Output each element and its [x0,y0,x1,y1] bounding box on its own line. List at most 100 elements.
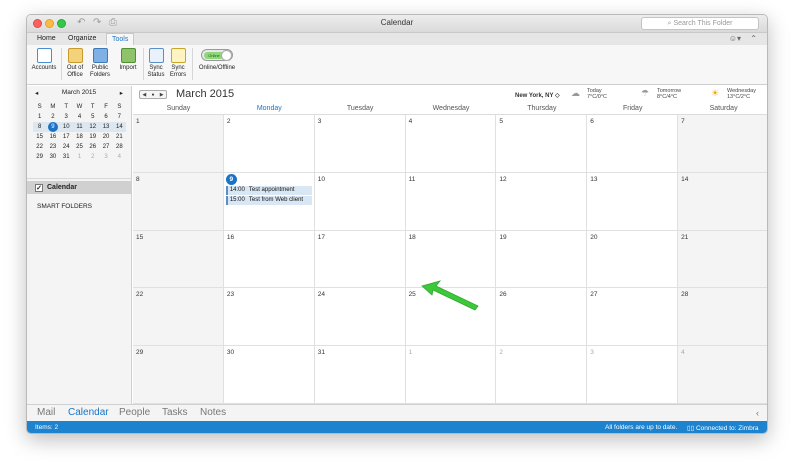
prev-month-icon[interactable]: ◀ [140,91,149,98]
day-cell[interactable]: 4 [678,346,767,404]
day-number: 2 [499,349,504,357]
collapse-ribbon-icon[interactable]: ⌃ [750,34,757,43]
mini-day-cell[interactable]: 22 [33,142,46,152]
mini-day-cell[interactable]: 13 [99,122,113,132]
mini-day-cell[interactable]: 27 [99,142,112,152]
chevron-left-icon[interactable]: ‹ [756,408,759,418]
day-cell[interactable]: 28 [678,288,767,347]
day-cell[interactable]: 3 [587,346,679,404]
day-cell[interactable]: 9 14:00 Test appointment 15:00 Test from Web… [223,172,315,231]
day-cell[interactable]: 15 [133,230,224,289]
day-cell[interactable]: 24 [314,288,406,347]
day-cell[interactable]: 17 [314,230,406,289]
day-cell[interactable]: 21 [678,230,767,289]
sync-status-button[interactable]: Sync Status [146,48,166,79]
nav-notes[interactable]: Notes [200,407,226,418]
mini-day-cell[interactable]: 3 [99,152,112,162]
day-cell[interactable]: 12 [496,172,588,231]
next-month-icon[interactable]: ▶ [157,91,166,98]
day-cell[interactable]: 6 [587,115,679,173]
tab-home[interactable]: Home [37,33,56,45]
mini-day-cell[interactable]: 2 [86,152,99,162]
day-cell[interactable]: 20 [587,230,679,289]
mini-next-month-icon[interactable]: ▸ [120,89,123,97]
day-cell[interactable]: 22 [133,288,224,347]
mini-day-cell[interactable]: 23 [46,142,59,152]
mini-day-cell[interactable]: 24 [60,142,73,152]
mini-day-cell[interactable]: 21 [113,132,126,142]
day-cell[interactable]: 23 [223,288,315,347]
accounts-button[interactable]: Accounts [31,48,57,72]
mini-day-cell[interactable]: 9 [46,122,60,132]
import-button[interactable]: Import [117,48,139,72]
day-cell[interactable]: 5 [496,115,588,173]
calendar-event[interactable]: 15:00 Test from Web client [225,195,312,205]
day-cell[interactable]: 11 [405,172,497,231]
calendar-event[interactable]: 14:00 Test appointment [225,185,312,195]
mini-day-cell[interactable]: 15 [33,132,46,142]
mini-day-cell[interactable]: 28 [113,142,126,152]
mini-day-cell[interactable]: 31 [60,152,73,162]
mini-day-cell[interactable]: 12 [86,122,100,132]
mini-day-cell[interactable]: 1 [33,112,46,122]
mini-calendar: S M T W T F S 1 2 3 4 5 6 7 8 9 10 11 12 13 14 15 16 17 18 19 20 21… [33,102,126,162]
today-dot-icon[interactable]: ● [149,91,158,98]
mini-day-cell[interactable]: 19 [86,132,99,142]
mini-day-cell[interactable]: 1 [73,152,86,162]
mini-day-cell[interactable]: 10 [59,122,73,132]
day-cell[interactable]: 29 [133,346,224,404]
day-number: 17 [317,233,325,241]
tab-tools[interactable]: Tools [106,33,135,45]
calendar-folder-item[interactable]: ✓ Calendar [27,181,131,194]
day-cell[interactable]: 7 [678,115,767,173]
mini-day-cell[interactable]: 17 [60,132,73,142]
day-cell[interactable]: 8 [133,172,224,231]
online-toggle[interactable]: Online [201,49,233,61]
mini-day-cell[interactable]: 5 [86,112,99,122]
online-offline-button[interactable]: Online Online/Offline [197,48,237,72]
day-cell[interactable]: 1 [133,115,224,173]
out-of-office-button[interactable]: Out of Office [64,48,86,79]
day-cell[interactable]: 13 [587,172,679,231]
mini-day-cell[interactable]: 4 [113,152,126,162]
day-cell[interactable]: 3 [314,115,406,173]
location-selector[interactable]: New York, NY ◇ [515,92,560,99]
nav-calendar[interactable]: Calendar [68,407,109,418]
day-cell[interactable]: 14 [678,172,767,231]
mini-day-cell[interactable]: 2 [46,112,59,122]
mini-day-cell[interactable]: 14 [112,122,126,132]
checkbox-checked-icon[interactable]: ✓ [35,184,43,192]
smiley-feedback-icon[interactable]: ☺▾ [729,34,741,43]
mini-day-cell[interactable]: 29 [33,152,46,162]
sync-errors-button[interactable]: Sync Errors [168,48,188,79]
day-cell[interactable]: 2 [223,115,315,173]
nav-people[interactable]: People [119,407,150,418]
mini-day-cell[interactable]: 4 [73,112,86,122]
nav-mail[interactable]: Mail [37,407,55,418]
public-folders-button[interactable]: Public Folders [88,48,112,79]
day-cell[interactable]: 30 [223,346,315,404]
day-cell[interactable]: 10 [314,172,406,231]
search-input[interactable]: ⌕ Search This Folder [641,17,759,30]
mini-day-cell[interactable]: 26 [86,142,99,152]
mini-day-cell[interactable]: 8 [33,122,47,132]
mini-day-cell[interactable]: 6 [99,112,112,122]
day-cell[interactable]: 27 [587,288,679,347]
day-cell[interactable]: 26 [496,288,588,347]
day-cell[interactable]: 1 [405,346,497,404]
nav-tasks[interactable]: Tasks [162,407,188,418]
day-cell[interactable]: 4 [405,115,497,173]
tab-organize[interactable]: Organize [68,33,96,45]
day-cell[interactable]: 2 [496,346,588,404]
mini-day-cell[interactable]: 25 [73,142,86,152]
mini-day-cell[interactable]: 16 [46,132,59,142]
day-cell[interactable]: 16 [223,230,315,289]
mini-day-cell[interactable]: 7 [113,112,126,122]
day-cell[interactable]: 31 [314,346,406,404]
mini-day-cell[interactable]: 3 [60,112,73,122]
mini-day-cell[interactable]: 11 [72,122,87,132]
mini-day-cell[interactable]: 18 [73,132,86,142]
mini-day-cell[interactable]: 30 [46,152,59,162]
mini-day-cell[interactable]: 20 [99,132,112,142]
day-cell[interactable]: 19 [496,230,588,289]
